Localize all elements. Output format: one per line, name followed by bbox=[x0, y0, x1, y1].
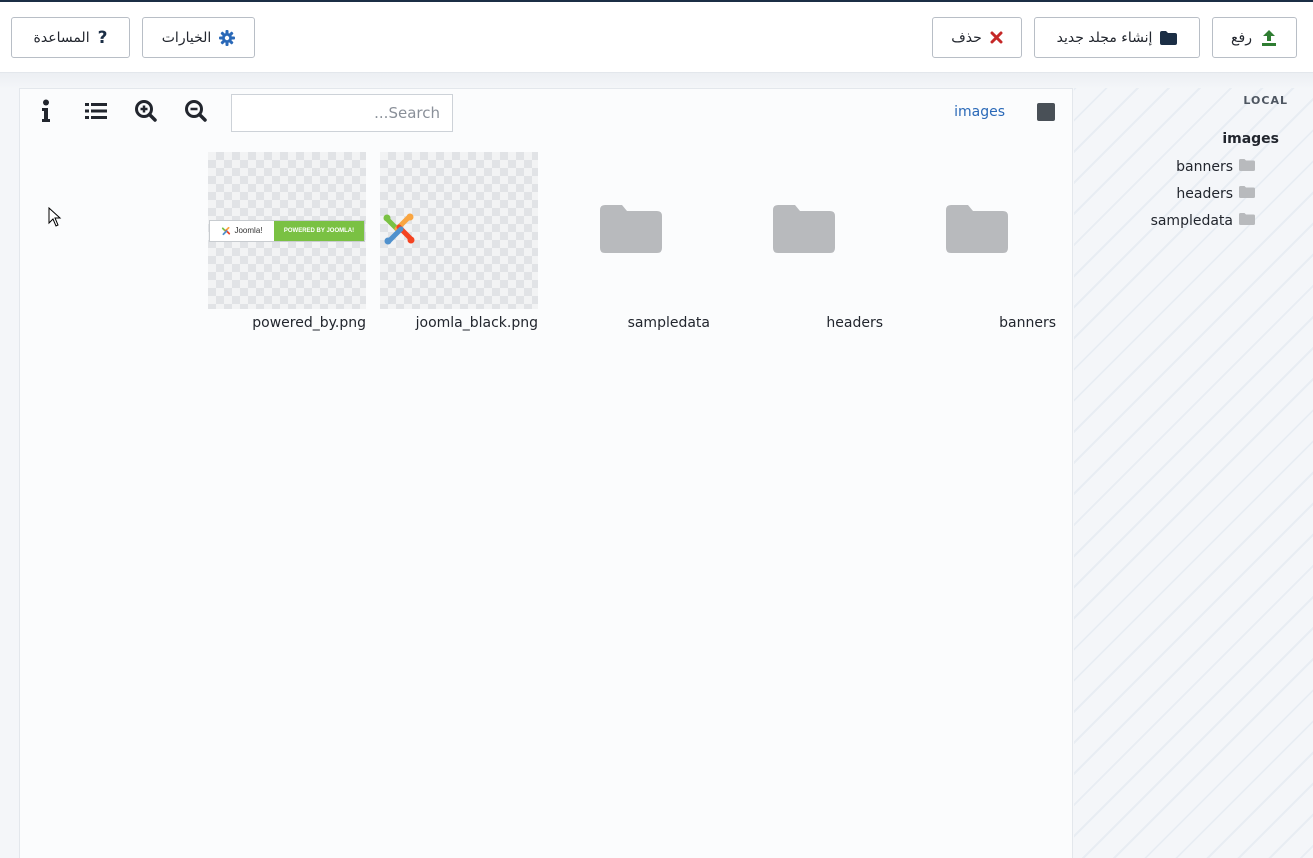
breadcrumb[interactable]: images bbox=[930, 104, 1005, 120]
options-label: الخيارات bbox=[161, 29, 212, 46]
powered-by-joomla-logo: Joomla! POWERED BY JOOMLA! bbox=[209, 219, 365, 242]
image-item-powered-by[interactable]: Joomla! POWERED BY JOOMLA! powered_by.pn… bbox=[208, 152, 366, 335]
folder-item-banners[interactable]: banners bbox=[898, 152, 1056, 335]
upload-button[interactable]: رفع bbox=[1212, 17, 1297, 58]
image-thumb: Joomla! POWERED BY JOOMLA! bbox=[208, 152, 366, 309]
folder-icon bbox=[1239, 213, 1255, 229]
delete-button[interactable]: حذف bbox=[932, 17, 1022, 58]
toolbar-shadow bbox=[0, 73, 1313, 89]
image-item-joomla-black[interactable]: joomla_black.png bbox=[380, 152, 538, 335]
upload-label: رفع bbox=[1231, 29, 1252, 46]
sidebar-item-banners[interactable]: banners bbox=[1110, 157, 1255, 177]
sidebar-item-label: headers bbox=[1176, 186, 1233, 202]
sidebar-item-label: banners bbox=[1176, 159, 1233, 175]
item-name: powered_by.png bbox=[252, 315, 366, 331]
mouse-cursor-icon bbox=[48, 206, 62, 231]
powered-logo-left: Joomla! bbox=[210, 221, 274, 241]
new-folder-label: إنشاء مجلد جديد bbox=[1056, 29, 1153, 46]
powered-logo-right: POWERED BY JOOMLA! bbox=[274, 220, 364, 241]
zoom-in-button[interactable] bbox=[133, 100, 159, 126]
help-button[interactable]: ? المساعدة bbox=[11, 17, 130, 58]
item-name: banners bbox=[999, 315, 1056, 331]
new-folder-button[interactable]: إنشاء مجلد جديد bbox=[1034, 17, 1200, 58]
sidebar-title: LOCAL bbox=[1243, 94, 1288, 107]
options-button[interactable]: الخيارات bbox=[142, 17, 255, 58]
list-view-button[interactable] bbox=[83, 100, 109, 126]
joomla-logo-icon bbox=[222, 226, 231, 235]
item-name: headers bbox=[826, 315, 883, 331]
sidebar-item-label: sampledata bbox=[1150, 213, 1233, 229]
delete-label: حذف bbox=[951, 29, 982, 46]
gear-icon bbox=[219, 29, 236, 46]
toolbar: رفع إنشاء مجلد جديد حذف الخيارات ? المسا… bbox=[0, 2, 1313, 73]
joomla-logo-icon bbox=[382, 212, 416, 250]
folder-icon bbox=[1239, 186, 1255, 202]
question-icon: ? bbox=[97, 27, 108, 48]
zoom-in-icon bbox=[134, 99, 158, 127]
search-input[interactable] bbox=[231, 94, 453, 132]
zoom-out-icon bbox=[184, 99, 208, 127]
sidebar-item-sampledata[interactable]: sampledata bbox=[1110, 211, 1255, 231]
info-icon bbox=[40, 99, 52, 127]
image-thumb bbox=[380, 152, 538, 309]
folder-icon bbox=[946, 204, 1008, 257]
folder-item-sampledata[interactable]: sampledata bbox=[552, 152, 710, 335]
sidebar-item-headers[interactable]: headers bbox=[1110, 184, 1255, 204]
select-all-checkbox[interactable] bbox=[1037, 103, 1055, 121]
folder-icon bbox=[1239, 159, 1255, 175]
folder-item-headers[interactable]: headers bbox=[725, 152, 883, 335]
help-label: المساعدة bbox=[33, 29, 90, 46]
folder-icon bbox=[1160, 30, 1178, 45]
upload-icon bbox=[1260, 29, 1278, 47]
folder-thumb bbox=[552, 152, 710, 309]
item-name: sampledata bbox=[627, 315, 710, 331]
folder-thumb bbox=[725, 152, 883, 309]
list-icon bbox=[84, 101, 108, 125]
zoom-out-button[interactable] bbox=[183, 100, 209, 126]
folder-icon bbox=[600, 204, 662, 257]
folder-icon bbox=[773, 204, 835, 257]
times-icon bbox=[990, 31, 1003, 44]
info-button[interactable] bbox=[33, 99, 59, 127]
folder-thumb bbox=[898, 152, 1056, 309]
powered-logo-left-text: Joomla! bbox=[234, 226, 263, 235]
item-name: joomla_black.png bbox=[415, 315, 538, 331]
sidebar-root-images[interactable]: images bbox=[1130, 131, 1279, 147]
